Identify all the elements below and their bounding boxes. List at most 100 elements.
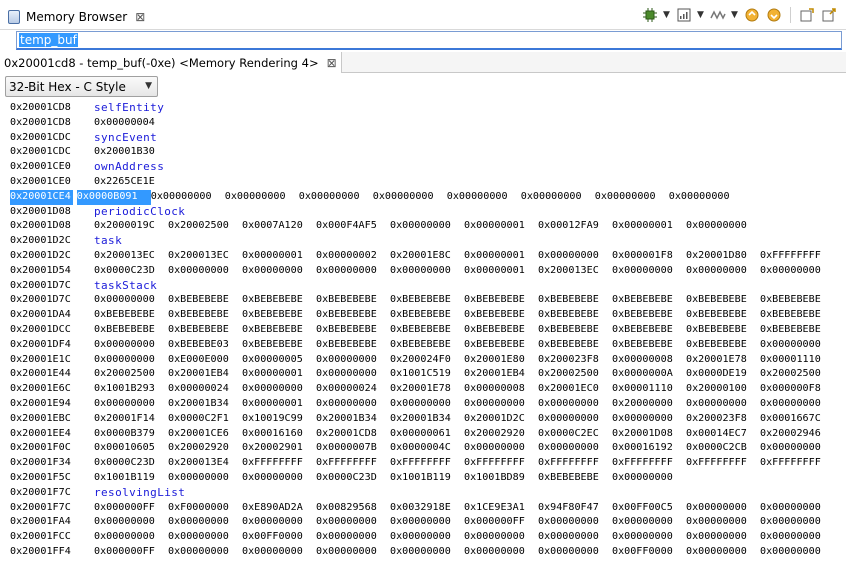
memory-value[interactable]: 0x20001EB4: [464, 367, 538, 382]
memory-value[interactable]: 0xBEBEBEBE: [538, 338, 612, 353]
memory-row[interactable]: 0x20001D2C 0x200013EC 0x200013EC 0x00000001…: [10, 249, 846, 264]
memory-value[interactable]: 0x200013EC: [94, 249, 168, 264]
memory-value[interactable]: 0xBEBEBEBE: [686, 308, 760, 323]
memory-value[interactable]: 0x00000008: [612, 353, 686, 368]
memory-value[interactable]: 0x00012FA9: [538, 219, 612, 234]
memory-value[interactable]: 0x00000000: [316, 353, 390, 368]
memory-value[interactable]: 0x00000001: [612, 219, 686, 234]
memory-value[interactable]: 0x1001BD89: [464, 471, 538, 486]
memory-value[interactable]: 0xBEBEBEBE: [168, 308, 242, 323]
memory-value[interactable]: 0xFFFFFFFF: [760, 249, 834, 264]
memory-value[interactable]: 0x00000000: [538, 412, 612, 427]
memory-value[interactable]: 0x1001C519: [390, 367, 464, 382]
memory-value[interactable]: 0x00000004: [94, 116, 168, 131]
memory-value[interactable]: 0x20002920: [168, 441, 242, 456]
memory-value[interactable]: 0xBEBEBEBE: [760, 308, 834, 323]
memory-value[interactable]: 0x00000024: [316, 382, 390, 397]
memory-row[interactable]: 0x20001D7C 0x00000000 0xBEBEBEBE 0xBEBEBEBE…: [10, 293, 846, 308]
memory-row[interactable]: 0x20001DF4 0x00000000 0xBEBEBE03 0xBEBEBEBE…: [10, 338, 846, 353]
memory-row[interactable]: 0x20001DA4 0xBEBEBEBE 0xBEBEBEBE 0xBEBEBEBE…: [10, 308, 846, 323]
memory-value[interactable]: 0xBEBEBEBE: [538, 293, 612, 308]
memory-row[interactable]: 0x20001CE4 0x0000B091 0x00000000 0x00000000…: [10, 189, 846, 205]
memory-value[interactable]: 0x1001B119: [94, 471, 168, 486]
memory-value[interactable]: 0x00000000: [538, 441, 612, 456]
memory-value[interactable]: 0x200013E4: [168, 456, 242, 471]
memory-row[interactable]: 0x20001F5C 0x1001B119 0x00000000 0x00000000…: [10, 471, 846, 486]
variable-label-row[interactable]: 0x20001CD8 selfEntity: [10, 101, 846, 116]
memory-value[interactable]: 0x00000024: [168, 382, 242, 397]
memory-value[interactable]: 0x00000000: [390, 530, 464, 545]
memory-value[interactable]: 0x00000000: [538, 530, 612, 545]
chevron-down-icon[interactable]: ▼: [697, 10, 705, 20]
memory-value[interactable]: 0x00000000: [760, 501, 834, 516]
memory-value[interactable]: 0x00000000: [686, 530, 760, 545]
variable-label-row[interactable]: 0x20001D08 periodicClock: [10, 205, 846, 220]
memory-value[interactable]: 0x00000000: [669, 190, 743, 205]
memory-value[interactable]: 0x00000000: [521, 190, 595, 205]
memory-value[interactable]: 0xBEBEBEBE: [390, 323, 464, 338]
memory-value[interactable]: 0xBEBEBEBE: [390, 338, 464, 353]
memory-value[interactable]: 0xBEBEBEBE: [464, 338, 538, 353]
memory-value[interactable]: 0x00000000: [168, 530, 242, 545]
memory-value[interactable]: 0x00000000: [686, 515, 760, 530]
memory-value[interactable]: 0x00016160: [242, 427, 316, 442]
memory-row[interactable]: 0x20001EBC 0x20001F14 0x0000C2F1 0x10019C99…: [10, 412, 846, 427]
memory-value[interactable]: 0x20002500: [760, 367, 834, 382]
memory-value[interactable]: 0x00000000: [760, 515, 834, 530]
memory-value[interactable]: 0x20002946: [760, 427, 834, 442]
memory-value[interactable]: 0x20001E8C: [390, 249, 464, 264]
new-window-icon[interactable]: [820, 6, 838, 24]
memory-value[interactable]: 0x1001B293: [94, 382, 168, 397]
memory-value[interactable]: 0x00000001: [464, 249, 538, 264]
memory-value[interactable]: 0x00014EC7: [686, 427, 760, 442]
memory-value[interactable]: 0x20001B34: [316, 412, 390, 427]
memory-row[interactable]: 0x20001FA4 0x00000000 0x00000000 0x00000000…: [10, 515, 846, 530]
memory-value[interactable]: 0x00000000: [686, 397, 760, 412]
memory-value[interactable]: 0x2265CE1E: [94, 175, 168, 190]
memory-value[interactable]: 0x20002500: [168, 219, 242, 234]
memory-value[interactable]: 0xBEBEBEBE: [538, 471, 612, 486]
memory-value[interactable]: 0xBEBEBEBE: [316, 323, 390, 338]
memory-value[interactable]: 0x20001CD8: [316, 427, 390, 442]
memory-value[interactable]: 0x000000F8: [760, 382, 834, 397]
memory-value[interactable]: 0x0000000A: [612, 367, 686, 382]
memory-row[interactable]: 0x20001FF4 0x000000FF 0x00000000 0x00000000…: [10, 545, 846, 560]
variable-label-row[interactable]: 0x20001D7C taskStack: [10, 279, 846, 294]
close-icon[interactable]: ⊠: [135, 10, 145, 24]
memory-value[interactable]: 0x00000000: [299, 190, 373, 205]
memory-value[interactable]: 0xE890AD2A: [242, 501, 316, 516]
memory-value[interactable]: 0x00FF00C5: [612, 501, 686, 516]
memory-value[interactable]: 0x000001F8: [612, 249, 686, 264]
memory-value[interactable]: 0x00000000: [316, 264, 390, 279]
memory-value[interactable]: 0x0032918E: [390, 501, 464, 516]
memory-value[interactable]: 0x0000C2EC: [538, 427, 612, 442]
memory-row[interactable]: 0x20001F0C 0x00010605 0x20002920 0x20002901…: [10, 441, 846, 456]
memory-value[interactable]: 0xFFFFFFFF: [760, 456, 834, 471]
variable-label-row[interactable]: 0x20001CDC syncEvent: [10, 131, 846, 146]
memory-value[interactable]: 0x00000000: [464, 545, 538, 560]
memory-value[interactable]: 0x00000000: [94, 530, 168, 545]
memory-value[interactable]: 0xBEBEBEBE: [612, 293, 686, 308]
memory-value[interactable]: 0x200024F0: [390, 353, 464, 368]
memory-value[interactable]: 0xBEBEBEBE: [242, 308, 316, 323]
memory-row[interactable]: 0x20001EE4 0x0000B379 0x20001CE6 0x00016160…: [10, 427, 846, 442]
memory-value[interactable]: 0x0000C2CB: [686, 441, 760, 456]
memory-value[interactable]: 0xBEBEBEBE: [686, 338, 760, 353]
memory-value[interactable]: 0x20002500: [94, 367, 168, 382]
memory-value[interactable]: 0x000000FF: [464, 515, 538, 530]
memory-value[interactable]: 0x00000000: [595, 190, 669, 205]
memory-value[interactable]: 0x20001D80: [686, 249, 760, 264]
memory-value[interactable]: 0xFFFFFFFF: [538, 456, 612, 471]
memory-value[interactable]: 0xBEBEBE03: [168, 338, 242, 353]
memory-value[interactable]: 0x20001EB4: [168, 367, 242, 382]
memory-value[interactable]: 0x00000000: [242, 471, 316, 486]
memory-value[interactable]: 0x00829568: [316, 501, 390, 516]
memory-row[interactable]: 0x20001E44 0x20002500 0x20001EB4 0x00000001…: [10, 367, 846, 382]
memory-value[interactable]: 0x000000FF: [94, 545, 168, 560]
memory-rendering-view[interactable]: 0x20001CD8 selfEntity 0x20001CD8 0x00000004…: [10, 101, 846, 573]
memory-value[interactable]: 0x00000000: [316, 397, 390, 412]
memory-value[interactable]: 0xFFFFFFFF: [464, 456, 538, 471]
memory-value[interactable]: 0x200023F8: [538, 353, 612, 368]
memory-value[interactable]: 0x00000001: [464, 264, 538, 279]
memory-value[interactable]: 0x00000000: [242, 545, 316, 560]
